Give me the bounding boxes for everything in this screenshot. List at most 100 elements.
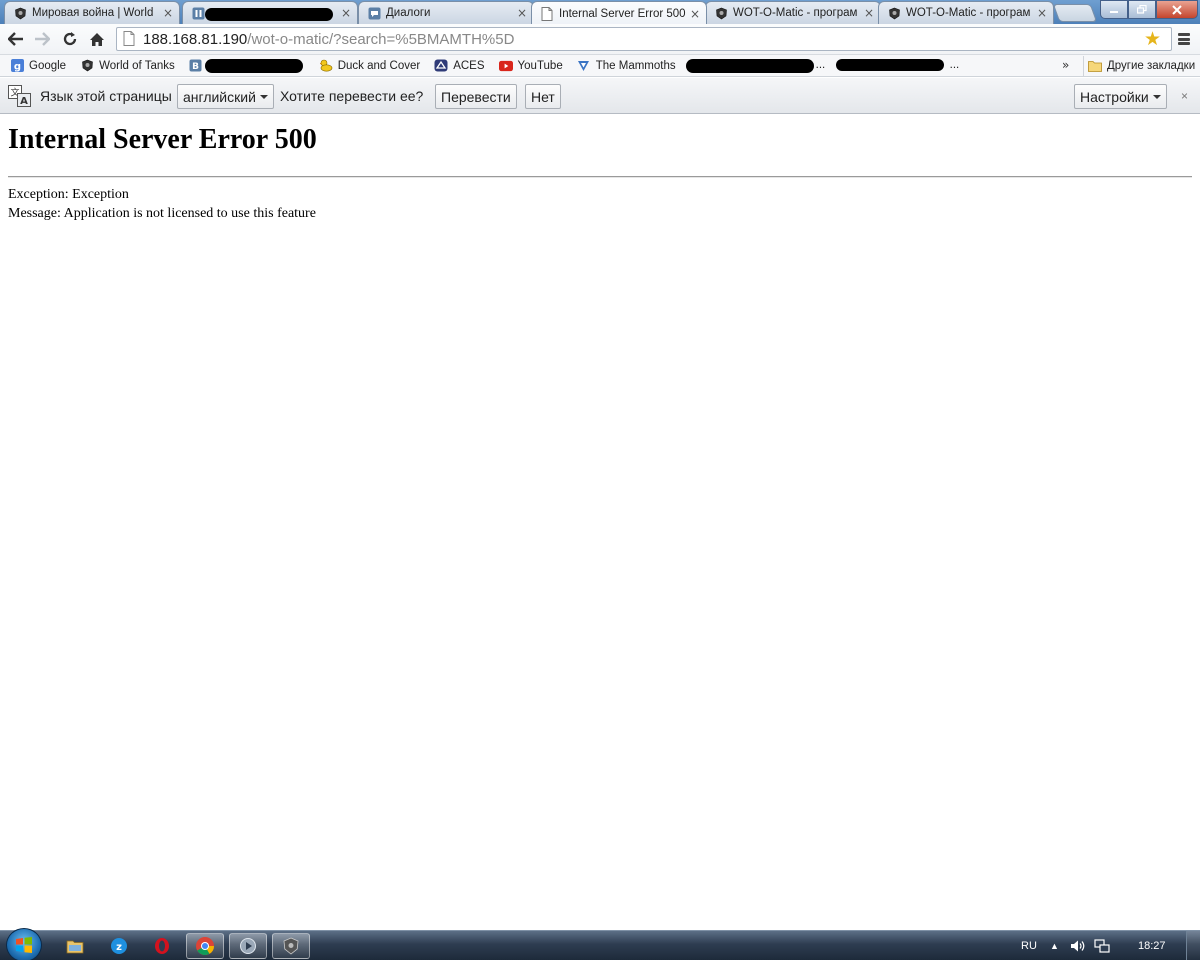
page-title: Internal Server Error 500	[8, 124, 317, 155]
chevron-down-icon	[259, 94, 268, 99]
tray-expand-icon[interactable]: ▲	[1050, 931, 1059, 960]
bookmark-the-mammoths[interactable]: The Mammoths	[573, 56, 680, 76]
language-select[interactable]: английский	[177, 84, 274, 109]
taskbar-opera[interactable]	[143, 933, 181, 959]
media-icon	[240, 938, 256, 954]
page-content: Internal Server Error 500 Exception: Exc…	[0, 115, 1200, 930]
taskbar-explorer[interactable]	[56, 933, 94, 959]
clock[interactable]: 18:27	[1138, 931, 1166, 960]
volume-icon[interactable]	[1070, 931, 1086, 960]
windows-taskbar: z RU ▲ 18:27	[0, 928, 1200, 960]
reload-icon	[63, 32, 77, 46]
bookmark-youtube[interactable]: YouTube	[495, 56, 567, 76]
world-of-tanks-icon	[80, 59, 94, 73]
chevron-down-icon	[1152, 94, 1161, 99]
restore-icon	[1137, 5, 1147, 14]
tab-close-icon[interactable]: ×	[515, 6, 529, 20]
home-button[interactable]	[87, 29, 107, 49]
address-bar[interactable]: 188.168.81.190/wot-o-matic/?search=%5BMA…	[116, 27, 1172, 51]
redaction-mark	[685, 58, 814, 73]
tab-world-war[interactable]: Мировая война | World ×	[4, 1, 180, 24]
tab-internal-server-error[interactable]: Internal Server Error 500 ×	[531, 1, 707, 24]
reload-button[interactable]	[60, 29, 80, 49]
world-of-tanks-icon	[714, 6, 728, 20]
settings-label: Настройки	[1080, 88, 1149, 105]
maximize-button[interactable]	[1128, 0, 1156, 19]
other-bookmarks-folder[interactable]: Другие закладки	[1083, 56, 1195, 76]
tab-dialogs[interactable]: Диалоги ×	[358, 1, 534, 24]
bookmark-redacted-1[interactable]: ...	[685, 56, 826, 76]
show-desktop-button[interactable]	[1186, 931, 1200, 960]
youtube-icon	[498, 59, 513, 73]
new-tab-button[interactable]	[1052, 4, 1098, 22]
taskbar-world-of-tanks[interactable]	[272, 933, 310, 959]
home-icon	[90, 32, 104, 46]
bookmark-aces[interactable]: ACES	[430, 56, 488, 76]
bookmark-google[interactable]: g Google	[6, 56, 70, 76]
network-icon[interactable]	[1094, 931, 1110, 960]
redaction-mark	[204, 58, 303, 73]
other-bookmarks-label: Другие закладки	[1107, 60, 1196, 72]
tab-close-icon[interactable]: ×	[1035, 6, 1049, 20]
bookmark-label: Google	[29, 59, 67, 72]
bookmark-label: Duck and Cover	[337, 59, 421, 72]
translate-settings-button[interactable]: Настройки	[1074, 84, 1167, 109]
back-button[interactable]	[6, 29, 26, 49]
bookmark-duck-and-cover[interactable]: Duck and Cover	[315, 56, 424, 76]
translate-question: Хотите перевести ее?	[280, 88, 424, 104]
infobar-close-icon[interactable]: ×	[1181, 78, 1188, 114]
close-window-button[interactable]	[1156, 0, 1198, 19]
world-of-tanks-icon	[887, 6, 901, 20]
taskbar-media[interactable]	[229, 933, 267, 959]
tab-wot-o-matic[interactable]: WOT-O-Matic - програм ×	[705, 1, 881, 24]
svg-text:g: g	[13, 62, 20, 73]
minimize-icon	[1110, 10, 1118, 13]
windows-logo-icon	[16, 937, 32, 953]
page-icon	[123, 31, 137, 47]
aces-icon	[434, 59, 448, 73]
window-controls	[1100, 0, 1198, 19]
translate-infobar: 文A Язык этой страницы английский Хотите …	[0, 78, 1200, 114]
tab-close-icon[interactable]: ×	[161, 6, 175, 20]
chrome-icon	[196, 937, 214, 956]
bookmark-world-of-tanks[interactable]: World of Tanks	[76, 56, 179, 76]
tab-wot-o-matic-2[interactable]: WOT-O-Matic - програм ×	[878, 1, 1054, 24]
language-indicator[interactable]: RU	[1021, 931, 1037, 960]
no-translate-button[interactable]: Нет	[525, 84, 561, 109]
tab-title: Диалоги	[386, 7, 431, 19]
tab-close-icon[interactable]: ×	[339, 6, 353, 20]
bookmarks-overflow-button[interactable]: »	[1062, 58, 1069, 72]
bookmark-ellipsis: ...	[815, 58, 826, 71]
horizontal-rule	[8, 176, 1192, 178]
taskbar-chrome[interactable]	[186, 933, 224, 959]
bookmark-redacted-2[interactable]: ...	[832, 56, 960, 76]
chrome-menu-icon[interactable]	[1176, 31, 1192, 47]
svg-text:A: A	[20, 96, 28, 107]
minimize-button[interactable]	[1100, 0, 1128, 19]
redaction-mark	[205, 8, 333, 21]
language-select-value: английский	[183, 88, 256, 105]
bookmarks-bar: g Google World of Tanks B Duck and Cover…	[0, 55, 1200, 77]
bookmark-star-icon[interactable]: ★	[1144, 29, 1161, 49]
taskbar-zona[interactable]: z	[100, 933, 138, 959]
google-icon: g	[10, 59, 24, 73]
url-path: /wot-o-matic/?search=%5BMAMTH%5D	[247, 30, 515, 48]
exception-line: Exception: Exception	[8, 187, 129, 202]
vk-icon: B	[189, 59, 203, 73]
translate-button[interactable]: Перевести	[435, 84, 517, 109]
tab-close-icon[interactable]: ×	[862, 6, 876, 20]
tab-vk[interactable]: ×	[182, 1, 358, 24]
forward-button[interactable]	[32, 29, 52, 49]
bookmark-label: World of Tanks	[99, 59, 175, 72]
bookmark-ellipsis: ...	[949, 58, 960, 71]
start-button[interactable]	[6, 928, 42, 960]
redaction-mark	[835, 58, 944, 71]
folder-icon	[1088, 59, 1102, 73]
tab-close-icon[interactable]: ×	[688, 7, 702, 21]
forward-arrow-icon	[35, 32, 50, 46]
world-of-tanks-icon	[283, 937, 299, 955]
world-of-tanks-icon	[13, 6, 27, 20]
bookmark-label: ACES	[453, 59, 485, 72]
bookmark-vk[interactable]: B	[185, 56, 309, 76]
svg-text:B: B	[192, 62, 199, 72]
